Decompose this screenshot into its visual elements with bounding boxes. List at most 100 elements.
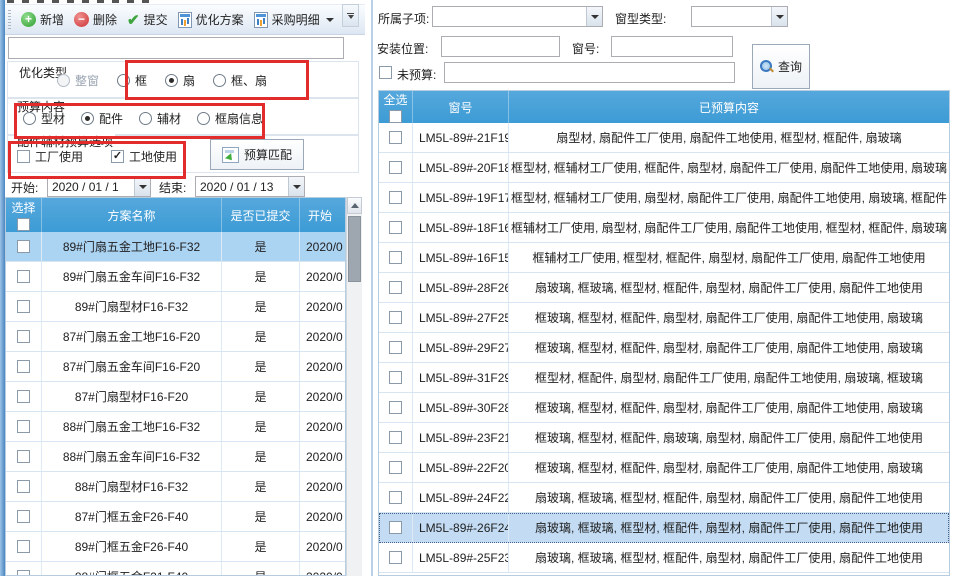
checkbox[interactable]	[17, 450, 30, 463]
chevron-down-icon[interactable]	[586, 7, 602, 26]
install-pos-input[interactable]	[441, 36, 560, 57]
toolbar-button-2[interactable]: 删除	[69, 8, 122, 31]
window-type-combobox[interactable]	[691, 6, 788, 27]
checkbox[interactable]	[389, 281, 402, 294]
radio-label: 配件	[99, 110, 123, 127]
window-no-input[interactable]	[611, 36, 733, 57]
checkbox[interactable]	[389, 341, 402, 354]
table-row[interactable]: LM5L-89#-20F18框型材, 框辅材工厂使用, 框配件, 扇型材, 扇配…	[379, 153, 949, 183]
toolbar-button-label: 删除	[93, 11, 117, 28]
table-row[interactable]: LM5L-89#-29F27框玻璃, 框型材, 框配件, 扇型材, 扇配件工厂使…	[379, 333, 949, 363]
select-all-checkbox[interactable]	[17, 218, 30, 231]
checkbox[interactable]	[389, 521, 402, 534]
radio-option[interactable]: 框	[117, 72, 147, 89]
date-end-picker[interactable]: 2020 / 01 / 13	[195, 176, 305, 197]
checkbox[interactable]	[17, 300, 30, 313]
chevron-down-icon[interactable]	[134, 177, 150, 196]
checkbox[interactable]	[389, 401, 402, 414]
row-select-cell	[379, 513, 413, 542]
plan-search-input[interactable]	[8, 37, 344, 59]
table-row[interactable]: 89#门扇五金工地F16-F32是2020/0	[6, 232, 345, 262]
checkbox[interactable]	[17, 510, 30, 523]
toolbar-button-1[interactable]: 新增	[16, 8, 69, 31]
chevron-down-icon[interactable]	[288, 177, 304, 196]
checkbox[interactable]	[389, 251, 402, 264]
table-row[interactable]: LM5L-89#-24F22扇玻璃, 框玻璃, 框型材, 框配件, 扇型材, 扇…	[379, 483, 949, 513]
checkbox[interactable]	[389, 161, 402, 174]
checkbox[interactable]	[17, 330, 30, 343]
sub-item-combobox[interactable]	[432, 6, 603, 27]
table-row[interactable]: LM5L-89#-21F19扇型材, 扇配件工厂使用, 扇配件工地使用, 框型材…	[379, 123, 949, 153]
radio-option[interactable]: 配件	[81, 110, 123, 127]
table-row[interactable]: 89#门扇型材F16-F32是2020/0	[6, 292, 345, 322]
query-button[interactable]: 查询	[752, 44, 810, 89]
table-row[interactable]: 87#门扇五金车间F16-F20是2020/0	[6, 352, 345, 382]
checkbox[interactable]	[17, 240, 30, 253]
toolbar-grip[interactable]	[8, 10, 11, 30]
scrollbar-thumb[interactable]	[348, 216, 361, 282]
checkbox[interactable]	[389, 131, 402, 144]
checkbox[interactable]	[111, 150, 124, 163]
table-row[interactable]: 87#门扇型材F16-F20是2020/0	[6, 382, 345, 412]
checkbox[interactable]	[389, 221, 402, 234]
table-row[interactable]: LM5L-89#-16F15框辅材工厂使用, 框型材, 框配件, 扇型材, 扇配…	[379, 243, 949, 273]
radio-option[interactable]: 整窗	[57, 72, 99, 89]
checkbox[interactable]	[389, 431, 402, 444]
table-row[interactable]: LM5L-89#-22F20框玻璃, 框型材, 框配件, 扇型材, 扇配件工厂使…	[379, 453, 949, 483]
checkbox[interactable]	[389, 491, 402, 504]
table-row[interactable]: LM5L-89#-25F23扇玻璃, 框玻璃, 框型材, 框配件, 扇型材, 扇…	[379, 543, 949, 573]
table-row[interactable]: LM5L-89#-18F16框辅材工厂使用, 扇型材, 扇配件工厂使用, 扇配件…	[379, 213, 949, 243]
table-row[interactable]: 88#门扇五金工地F16-F32是2020/0	[6, 412, 345, 442]
toolbar-overflow-button[interactable]	[342, 4, 359, 27]
radio-option[interactable]: 辅材	[139, 110, 181, 127]
table-row[interactable]: 89#门框五金F26-F40是2020/0	[6, 532, 345, 562]
radio-option[interactable]: 框、扇	[213, 72, 267, 89]
no-budget-input[interactable]	[444, 62, 735, 83]
checkbox[interactable]	[389, 461, 402, 474]
panel-splitter[interactable]	[365, 0, 377, 576]
select-all-checkbox[interactable]	[389, 110, 402, 123]
date-start-label: 开始:	[11, 179, 38, 196]
checkbox[interactable]	[17, 150, 30, 163]
table-row[interactable]: LM5L-89#-19F17框型材, 框辅材工厂使用, 扇型材, 扇配件工厂使用…	[379, 183, 949, 213]
checkbox[interactable]	[17, 420, 30, 433]
table-row[interactable]: 87#门框五金F26-F40是2020/0	[6, 502, 345, 532]
radio-option[interactable]: 框扇信息	[197, 110, 263, 127]
plan-name-cell: 88#门框五金F21-F40	[42, 562, 222, 576]
radio-option[interactable]: 扇	[165, 72, 195, 89]
checkbox[interactable]	[17, 540, 30, 553]
checkbox[interactable]	[17, 570, 30, 576]
checkbox[interactable]	[17, 360, 30, 373]
usage-checkbox-option[interactable]: 工厂使用	[17, 148, 83, 165]
checkbox[interactable]	[17, 270, 30, 283]
plan-table-scrollbar[interactable]	[346, 197, 362, 576]
table-row[interactable]: LM5L-89#-26F24扇玻璃, 框玻璃, 框型材, 框配件, 扇型材, 扇…	[379, 513, 949, 543]
budget-match-button[interactable]: 预算匹配	[210, 139, 304, 170]
toolbar-button-3[interactable]: 提交	[122, 8, 173, 32]
toolbar-button-5[interactable]: 采购明细	[249, 8, 339, 31]
checkbox[interactable]	[389, 191, 402, 204]
checkbox[interactable]	[389, 551, 402, 564]
radio-option[interactable]: 型材	[23, 110, 65, 127]
table-row[interactable]: LM5L-89#-23F21框玻璃, 框型材, 框配件, 扇玻璃, 扇型材, 扇…	[379, 423, 949, 453]
table-row[interactable]: LM5L-89#-30F28框玻璃, 框型材, 框配件, 扇型材, 扇配件工厂使…	[379, 393, 949, 423]
table-row[interactable]: 88#门扇型材F16-F32是2020/0	[6, 472, 345, 502]
toolbar-button-4[interactable]: 优化方案	[173, 8, 249, 31]
checkbox[interactable]	[389, 371, 402, 384]
table-row[interactable]: LM5L-89#-27F25框玻璃, 框型材, 框配件, 扇型材, 扇配件工厂使…	[379, 303, 949, 333]
checkbox[interactable]	[17, 390, 30, 403]
table-row[interactable]: 87#门扇五金工地F16-F20是2020/0	[6, 322, 345, 352]
checkbox[interactable]	[17, 480, 30, 493]
table-row[interactable]: 88#门扇五金车间F16-F32是2020/0	[6, 442, 345, 472]
date-start-picker[interactable]: 2020 / 01 / 1	[47, 176, 151, 197]
no-budget-checkbox[interactable]	[379, 66, 392, 79]
checkbox[interactable]	[389, 311, 402, 324]
scroll-up-button[interactable]	[347, 197, 362, 214]
table-row[interactable]: LM5L-89#-31F29框型材, 框配件, 扇型材, 扇配件工厂使用, 扇配…	[379, 363, 949, 393]
usage-checkbox-option[interactable]: 工地使用	[111, 148, 177, 165]
chevron-down-icon[interactable]	[771, 7, 787, 26]
table-row[interactable]: 88#门框五金F21-F40是2020/0	[6, 562, 345, 576]
table-row[interactable]: 89#门扇五金车间F16-F32是2020/0	[6, 262, 345, 292]
table-row[interactable]: LM5L-89#-28F26扇玻璃, 框玻璃, 框型材, 框配件, 扇型材, 扇…	[379, 273, 949, 303]
window-table: 全选 窗号 已预算内容 LM5L-89#-21F19扇型材, 扇配件工厂使用, …	[378, 90, 950, 576]
